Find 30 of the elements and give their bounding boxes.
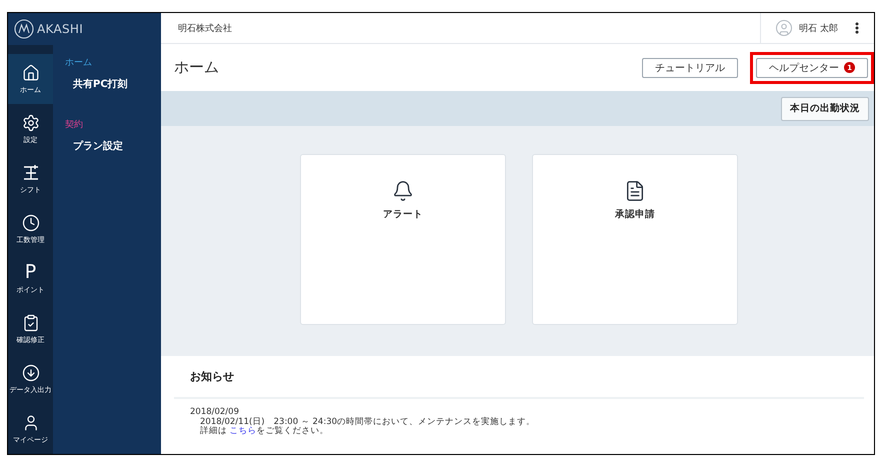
- attendance-button[interactable]: 本日の出勤状況: [781, 96, 869, 120]
- page-title: ホーム: [174, 58, 219, 77]
- logo-icon: [14, 19, 34, 39]
- menu-heading: ホーム: [64, 57, 92, 69]
- settings-icon: [22, 114, 40, 132]
- menu-heading: 契約: [64, 118, 83, 131]
- section-title: お知らせ: [190, 369, 234, 384]
- company-name: 明石株式会社: [177, 22, 232, 34]
- avatar-icon: [775, 19, 794, 37]
- header-button[interactable]: チュートリアル: [642, 58, 738, 78]
- menu-item[interactable]: プラン設定: [53, 139, 123, 153]
- card-label: アラート: [383, 208, 423, 221]
- clock-icon: [22, 214, 40, 232]
- menu-card[interactable]: アラート: [300, 154, 506, 325]
- shift-icon: [22, 164, 40, 182]
- bell-icon: [392, 180, 414, 202]
- brand-name: AKASHI: [37, 22, 84, 36]
- clipboard-check-icon: [22, 314, 40, 332]
- letter-icon: P: [24, 263, 36, 282]
- notice-text: 2018/02/11(日) 23:00 ～ 24:30の時間帯において、メンテナンスを実施します。: [199, 418, 536, 426]
- circle-arrow-down-icon: [22, 364, 40, 382]
- menu-item[interactable]: 共有PC打刻: [53, 77, 128, 91]
- notice-detail: 詳細は こちら をご覧ください。: [199, 427, 329, 436]
- user-name: 明石 太郎: [799, 22, 838, 34]
- notice-date: 2018/02/09: [190, 408, 239, 418]
- menu-card[interactable]: 承認申請: [532, 154, 738, 325]
- home-icon: [22, 64, 40, 82]
- document-icon: [624, 180, 646, 202]
- card-label: 承認申請: [615, 208, 655, 221]
- detail-link[interactable]: こちら: [230, 426, 257, 436]
